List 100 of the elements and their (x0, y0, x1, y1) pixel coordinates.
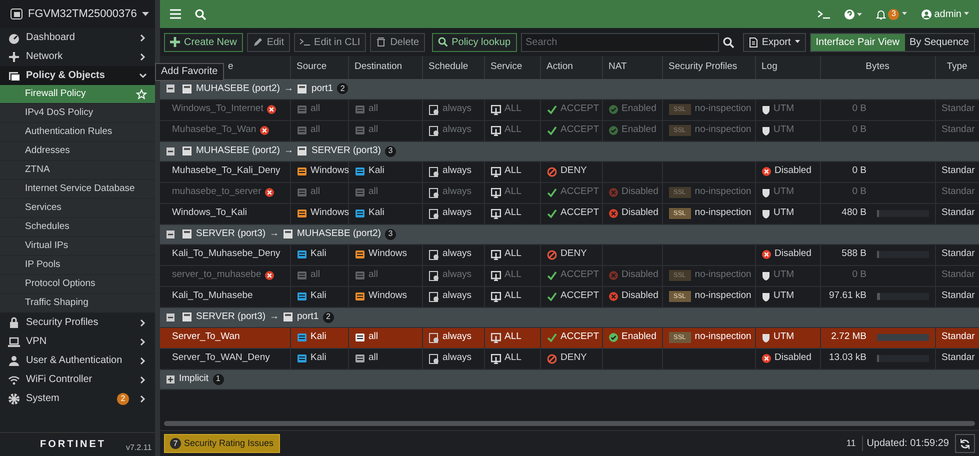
profile-label: no-inspection (694, 268, 752, 282)
policy-row[interactable]: Muhasebe_To_Kali_Deny Windows Kali always ALL DENY Disabled 0 B Standar (160, 161, 979, 182)
log-label: Disabled (774, 247, 812, 262)
type-label: Standar (942, 164, 975, 178)
x-circle-icon (762, 250, 770, 259)
column-header[interactable]: Log (755, 56, 820, 79)
submenu-item[interactable]: Traffic Shaping (0, 294, 155, 313)
column-header[interactable]: Source (290, 56, 348, 79)
dashboard-icon (8, 32, 20, 44)
sidebar-item[interactable]: Network (0, 47, 155, 66)
submenu-item[interactable]: IP Pools (0, 256, 155, 275)
calendar-icon (428, 250, 438, 260)
policy-name: Kali_To_Muhasebe (172, 289, 253, 304)
submenu-item[interactable]: Schedules (0, 218, 155, 237)
arrow-symbol: → (284, 144, 294, 158)
toolbar-button[interactable]: Edit (246, 32, 290, 52)
menu-icon[interactable] (170, 9, 181, 19)
star-icon[interactable] (136, 88, 147, 100)
service-label: ALL (504, 247, 522, 262)
submenu-item[interactable]: Protocol Options (0, 275, 155, 294)
action-label: ACCEPT (560, 330, 600, 344)
type-label: Standar (942, 268, 975, 282)
toolbar-button[interactable]: Create New (164, 32, 243, 52)
scrollbar[interactable] (164, 420, 975, 426)
column-header[interactable]: Security Profiles (662, 56, 755, 79)
address-label: Windows (310, 206, 350, 220)
type-label: Standar (942, 123, 975, 138)
expand-icon[interactable] (166, 374, 175, 384)
check-icon (546, 188, 556, 197)
check-icon (546, 126, 556, 135)
profile-label: no-inspection (694, 185, 752, 200)
column-header[interactable]: Schedule (422, 56, 484, 79)
submenu-item[interactable]: Services (0, 199, 155, 218)
menu-label: Policy & Objects (26, 69, 105, 83)
type-label: Standar (942, 289, 975, 304)
bytes-label: 588 B (840, 247, 866, 262)
refresh-button[interactable] (955, 434, 975, 453)
column-header[interactable]: Service (484, 56, 540, 79)
security-rating-button[interactable]: 7 Security Rating Issues (164, 434, 280, 453)
collapse-icon[interactable] (166, 312, 175, 322)
terminal-icon[interactable] (818, 10, 830, 18)
submenu-item[interactable]: Virtual IPs (0, 237, 155, 256)
address-label: Kali (310, 330, 326, 344)
address-label: Windows (368, 247, 408, 262)
submenu-item[interactable]: Addresses (0, 142, 155, 161)
column-header[interactable]: Bytes (820, 56, 935, 79)
column-header[interactable]: Type (935, 56, 979, 79)
help-icon[interactable] (844, 8, 862, 20)
search-icon[interactable] (722, 36, 734, 48)
policy-row[interactable]: Server_To_WAN_Deny Kali all always ALL DENY Disabled 13.03 kB Standar (160, 348, 979, 369)
bytes-label: 97.61 kB (828, 289, 866, 304)
bytes-label: 0 B (851, 268, 866, 282)
sidebar-item[interactable]: Dashboard (0, 28, 155, 47)
check-circle-icon (608, 126, 618, 135)
check-icon (546, 333, 556, 342)
interface-label: SERVER (port3) (196, 310, 266, 324)
address-label: Kali (310, 247, 326, 262)
bell-icon[interactable] (876, 8, 886, 20)
policy-lookup-button[interactable]: Policy lookup (432, 32, 517, 52)
sidebar-item[interactable]: VPN (0, 332, 155, 351)
service-label: ALL (504, 102, 522, 116)
user-menu[interactable]: admin (934, 6, 962, 22)
submenu-item[interactable]: Internet Service Database (0, 180, 155, 199)
service-icon (490, 332, 500, 342)
toolbar-button[interactable]: Delete (370, 32, 426, 52)
schedule-label: always (442, 185, 472, 200)
caret-icon[interactable] (142, 12, 149, 16)
collapse-icon[interactable] (166, 146, 175, 156)
sidebar-item[interactable]: WiFi Controller (0, 370, 155, 389)
search-field[interactable]: Search (520, 32, 719, 52)
shield-icon (762, 188, 770, 198)
column-header[interactable]: Destination (348, 56, 422, 79)
policy-name: Windows_To_Internet (172, 102, 264, 116)
collapse-icon[interactable] (166, 84, 175, 94)
shield-icon (762, 104, 770, 114)
column-header[interactable]: NAT (602, 56, 662, 79)
collapse-icon[interactable] (166, 230, 175, 238)
search-icon (438, 37, 448, 47)
action-label: ACCEPT (560, 123, 600, 138)
count-badge: 2 (117, 392, 129, 404)
view-toggle[interactable]: Interface Pair View (810, 34, 904, 50)
view-toggle[interactable]: By Sequence (904, 34, 974, 50)
export-button[interactable]: Export (742, 32, 806, 52)
address-label: all (310, 268, 320, 282)
column-header[interactable]: Action (540, 56, 602, 79)
submenu-item[interactable]: ZTNA (0, 161, 155, 180)
submenu-item[interactable]: IPv4 DoS Policy (0, 104, 155, 123)
sidebar-item[interactable]: User & Authentication (0, 351, 155, 370)
submenu-item[interactable]: Authentication Rules (0, 123, 155, 142)
check-icon (546, 292, 556, 301)
sidebar-item[interactable]: Security Profiles (0, 313, 155, 332)
action-label: ACCEPT (560, 185, 600, 200)
service-icon (490, 166, 500, 176)
check-icon (546, 271, 556, 280)
address-label: all (368, 330, 378, 344)
address-icon (296, 126, 306, 136)
toolbar-button[interactable]: Edit in CLI (294, 32, 366, 52)
service-label: ALL (504, 330, 522, 344)
policy-row[interactable]: Kali_To_Muhasebe_Deny Kali Windows always ALL DENY Disabled 588 B Standar (160, 244, 979, 265)
sidebar-item[interactable]: System 2 (0, 389, 155, 408)
